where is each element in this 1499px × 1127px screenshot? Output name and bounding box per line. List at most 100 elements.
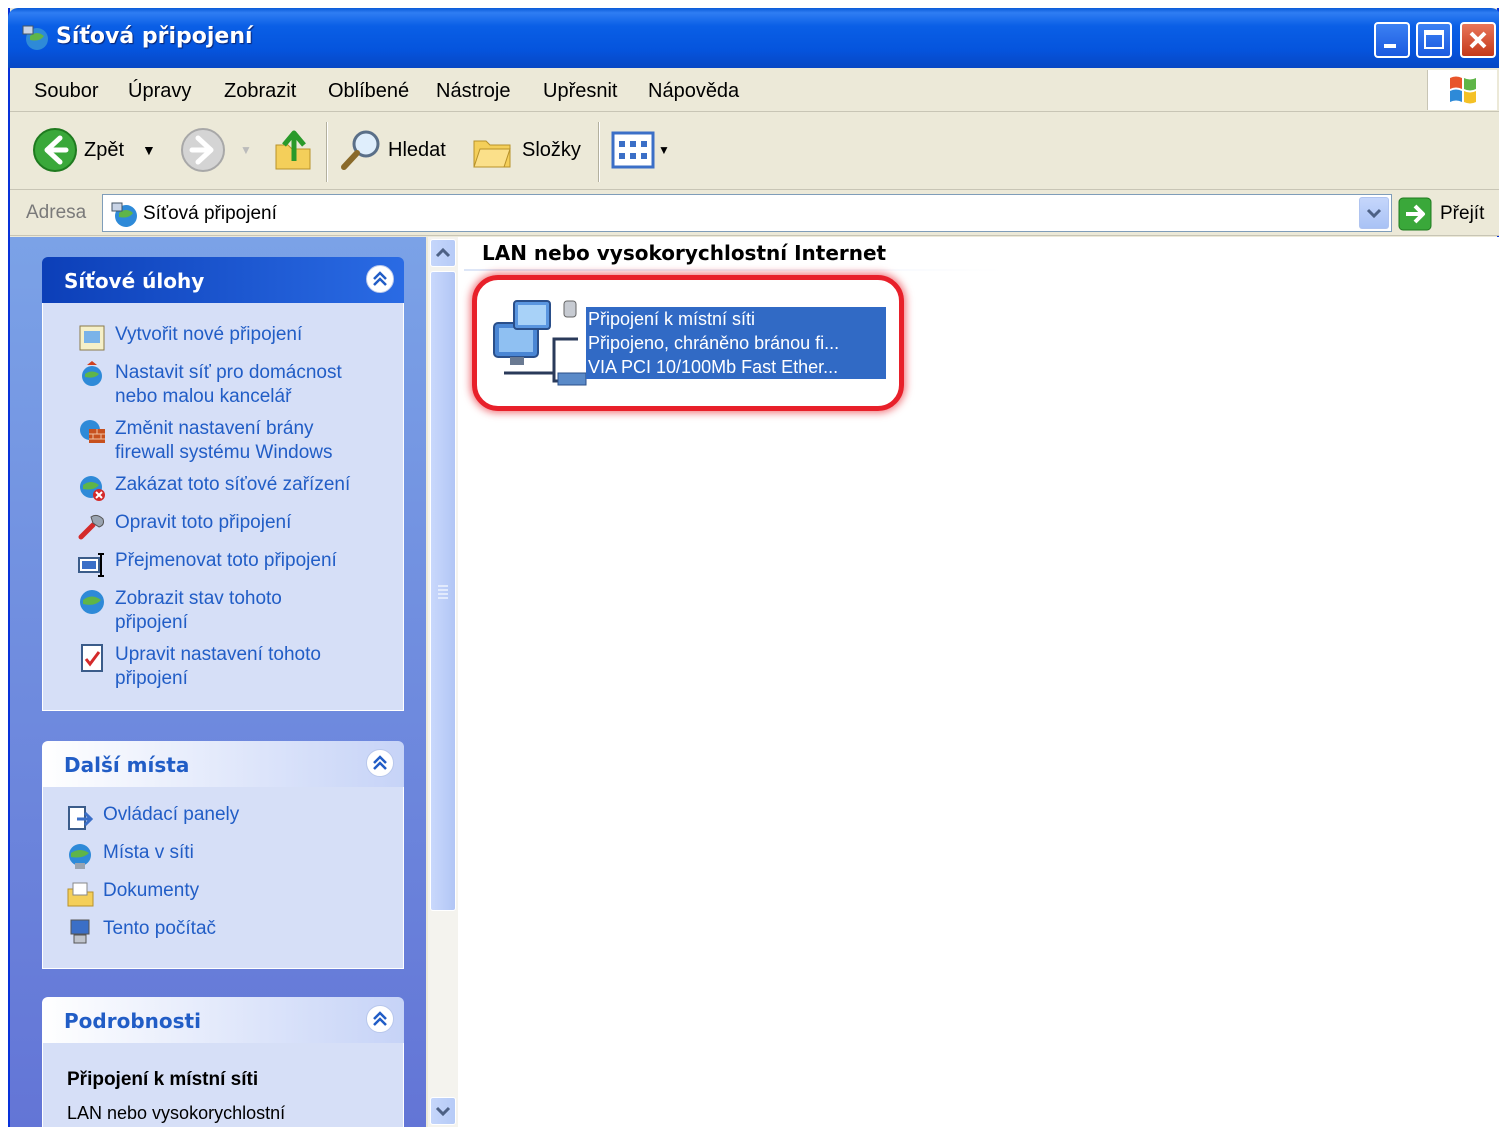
forward-arrow-icon [181, 128, 225, 172]
repair-icon [78, 514, 104, 540]
place-my-computer[interactable]: Tento počítač [65, 917, 216, 947]
chevron-up-double-icon [373, 1011, 387, 1026]
network-tasks-panel: Síťové úlohy Vytvořit nové připojení Nas… [42, 257, 404, 711]
control-panel-icon [68, 806, 94, 830]
menu-help[interactable]: Nápověda [648, 80, 739, 103]
up-folder-button[interactable] [272, 126, 316, 174]
minimize-button[interactable] [1374, 22, 1410, 58]
address-dropdown-button[interactable] [1359, 197, 1389, 229]
my-computer-icon [70, 919, 90, 944]
other-places-body: Ovládací panely Místa v síti Dokumenty T… [42, 787, 404, 969]
back-label: Zpět [84, 138, 125, 161]
go-arrow-icon [1398, 197, 1432, 231]
task-change-settings[interactable]: Upravit nastavení tohoto připojení [77, 643, 321, 691]
task-home-network[interactable]: Nastavit síť pro domácnost nebo malou ka… [77, 361, 342, 409]
forward-dropdown-icon: ▼ [240, 143, 252, 157]
place-control-panel[interactable]: Ovládací panely [65, 803, 239, 833]
scroll-down-button[interactable] [430, 1097, 456, 1125]
details-item-type: LAN nebo vysokorychlostní [67, 1103, 286, 1123]
forward-button[interactable]: ▼ [180, 126, 252, 174]
chevron-down-icon [435, 1106, 451, 1117]
go-button[interactable]: Přejít [1398, 196, 1484, 232]
views-dropdown-icon[interactable]: ▼ [658, 143, 670, 157]
task-pane: Síťové úlohy Vytvořit nové připojení Nas… [10, 237, 426, 1127]
window-title: Síťová připojení [56, 24, 253, 49]
toolbar: Zpět ▼ ▼ Hledat Složky ▼ [10, 112, 1499, 190]
task-view-status[interactable]: Zobrazit stav tohoto připojení [77, 587, 282, 635]
chevron-down-icon [1366, 208, 1382, 219]
maximize-button[interactable] [1416, 22, 1452, 58]
home-network-icon [82, 361, 102, 386]
place-network-places[interactable]: Místa v síti [65, 841, 194, 871]
menu-file[interactable]: Soubor [34, 80, 99, 103]
back-arrow-icon [33, 128, 77, 172]
details-item-name: Připojení k místní síti [67, 1069, 259, 1090]
address-field[interactable]: Síťová připojení [102, 194, 1392, 232]
title-bar[interactable]: Síťová připojení [8, 8, 1499, 68]
search-label: Hledat [388, 138, 446, 161]
search-icon [341, 130, 380, 170]
menu-advanced[interactable]: Upřesnit [543, 80, 617, 103]
details-panel: Podrobnosti Připojení k místní síti LAN … [42, 997, 404, 1127]
views-button[interactable]: ▼ [610, 126, 670, 174]
address-value: Síťová připojení [143, 203, 277, 224]
group-divider [464, 269, 1004, 271]
folders-button[interactable]: Složky [470, 126, 581, 174]
task-create-connection[interactable]: Vytvořit nové připojení [77, 323, 302, 353]
menu-bar: Soubor Úpravy Zobrazit Oblíbené Nástroje… [10, 68, 1499, 112]
task-disable-device[interactable]: Zakázat toto síťové zařízení [77, 473, 350, 503]
details-body: Připojení k místní síti LAN nebo vysokor… [42, 1043, 404, 1127]
task-pane-scrollbar[interactable] [428, 237, 458, 1127]
windows-logo [1427, 70, 1497, 110]
rename-icon [78, 553, 104, 577]
collapse-other-places-button[interactable] [366, 749, 394, 777]
address-label: Adresa [26, 202, 87, 223]
firewall-icon [80, 420, 105, 443]
close-button[interactable] [1460, 22, 1496, 58]
status-icon [80, 590, 104, 614]
address-bar: Adresa Síťová připojení Přejít [10, 190, 1499, 236]
network-connections-icon [22, 25, 48, 50]
disable-device-icon [80, 476, 105, 501]
network-tasks-body: Vytvořit nové připojení Nastavit síť pro… [42, 303, 404, 711]
folders-icon [473, 140, 511, 168]
chevron-up-icon [435, 247, 451, 258]
properties-icon [81, 644, 103, 672]
task-repair-connection[interactable]: Opravit toto připojení [77, 511, 291, 541]
toolbar-separator [326, 122, 328, 182]
other-places-header[interactable]: Další místa [42, 741, 404, 787]
network-connections-icon [111, 202, 137, 227]
network-tasks-title: Síťové úlohy [64, 269, 205, 293]
menu-edit[interactable]: Úpravy [128, 80, 191, 103]
other-places-panel: Další místa Ovládací panely Místa v síti… [42, 741, 404, 969]
menu-view[interactable]: Zobrazit [224, 80, 296, 103]
collapse-network-tasks-button[interactable] [366, 265, 394, 293]
scroll-up-button[interactable] [430, 239, 456, 267]
details-header[interactable]: Podrobnosti [42, 997, 404, 1043]
go-label: Přejít [1440, 203, 1485, 224]
details-title: Podrobnosti [64, 1009, 201, 1033]
scroll-thumb[interactable] [430, 271, 456, 911]
back-button[interactable]: Zpět ▼ [32, 126, 156, 174]
network-places-icon [69, 844, 91, 869]
views-icon [611, 131, 655, 169]
connections-list[interactable]: LAN nebo vysokorychlostní Internet Připo… [458, 237, 1499, 1127]
menu-tools[interactable]: Nástroje [436, 80, 510, 103]
documents-icon [67, 882, 94, 907]
menu-favorites[interactable]: Oblíbené [328, 80, 409, 103]
red-highlight-ring [472, 275, 904, 411]
folders-label: Složky [522, 138, 581, 161]
new-connection-icon [79, 325, 105, 351]
network-tasks-header[interactable]: Síťové úlohy [42, 257, 404, 303]
collapse-details-button[interactable] [366, 1005, 394, 1033]
group-header: LAN nebo vysokorychlostní Internet [482, 241, 887, 265]
explorer-window: Síťová připojení Soubor Úpravy Zobrazit … [8, 8, 1499, 1127]
task-rename-connection[interactable]: Přejmenovat toto připojení [77, 549, 337, 579]
place-documents[interactable]: Dokumenty [65, 879, 199, 909]
up-folder-icon [275, 130, 311, 170]
task-firewall-settings[interactable]: Změnit nastavení brány firewall systému … [77, 417, 333, 465]
chevron-up-double-icon [373, 755, 387, 770]
toolbar-separator-2 [598, 122, 600, 182]
search-button[interactable]: Hledat [338, 126, 446, 174]
back-dropdown-icon[interactable]: ▼ [142, 142, 156, 158]
